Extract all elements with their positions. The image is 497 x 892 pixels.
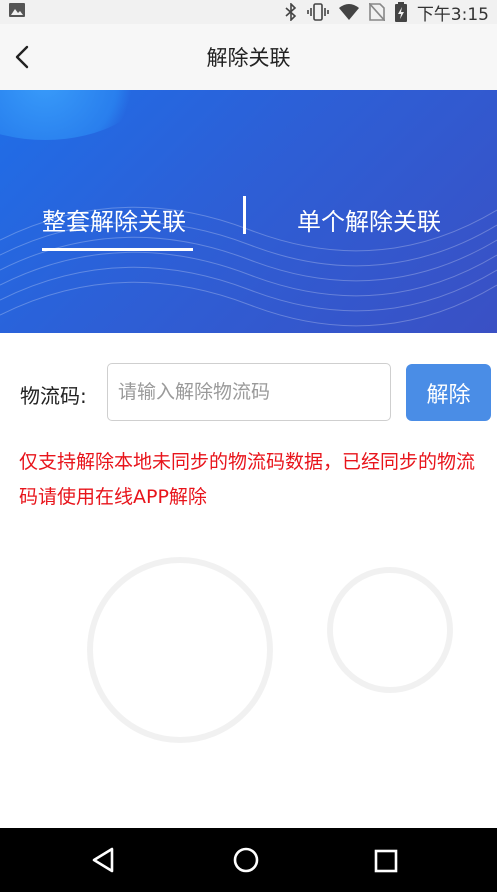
unbind-button[interactable]: 解除 (406, 364, 491, 421)
wifi-icon (338, 4, 359, 20)
tab-banner: 整套解除关联 单个解除关联 (0, 90, 497, 333)
app-header: 解除关联 (0, 24, 497, 90)
bluetooth-icon (285, 3, 296, 21)
background-watermark (87, 557, 453, 743)
no-sim-icon (368, 3, 385, 21)
logistics-code-label: 物流码: (20, 384, 87, 408)
vibrate-icon (307, 3, 329, 21)
system-nav-bar (0, 828, 497, 892)
nav-back-icon[interactable] (90, 846, 118, 874)
tab-single-unbind[interactable]: 单个解除关联 (297, 202, 441, 237)
active-tab-indicator (42, 248, 193, 251)
nav-home-icon[interactable] (231, 845, 261, 875)
page-title: 解除关联 (206, 46, 291, 70)
tab-divider (243, 196, 246, 234)
tab-whole-unbind[interactable]: 整套解除关联 (42, 202, 186, 237)
status-time: 下午3:15 (416, 4, 489, 25)
image-icon (9, 3, 25, 17)
notice-text: 仅支持解除本地未同步的物流码数据，已经同步的物流码请使用在线APP解除 (19, 451, 476, 508)
battery-charging-icon (394, 2, 407, 22)
status-bar: 下午3:15 (0, 0, 497, 25)
logistics-code-input[interactable] (107, 363, 391, 421)
nav-recent-icon[interactable] (373, 848, 399, 874)
